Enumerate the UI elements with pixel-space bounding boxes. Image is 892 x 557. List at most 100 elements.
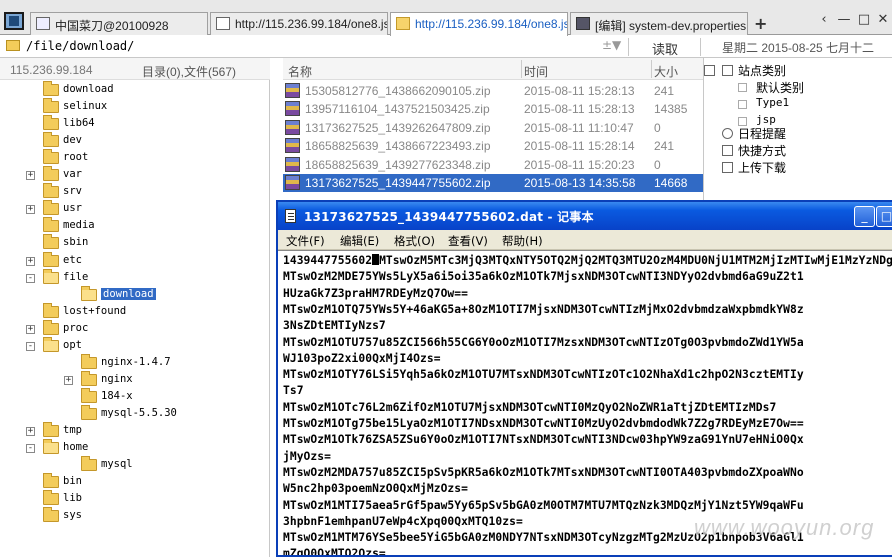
zip-archive-icon — [285, 119, 300, 135]
expand-icon[interactable]: + — [26, 205, 35, 215]
tree-folder-item[interactable]: bin — [0, 473, 268, 491]
menu-view[interactable]: 查看(V) — [448, 233, 488, 249]
tree-folder-item[interactable]: root — [0, 149, 268, 167]
tree-folder-item[interactable]: - file — [0, 268, 268, 287]
column-name[interactable]: 名称 — [288, 63, 312, 80]
tree-folder-label: download — [101, 287, 156, 300]
file-time: 2015-08-11 15:28:13 — [524, 102, 635, 117]
file-row[interactable]: 15305812776_1438662090105.zip 2015-08-11 … — [283, 82, 703, 100]
expand-icon[interactable]: + — [26, 256, 35, 266]
tree-folder-item[interactable]: + tmp — [0, 422, 268, 440]
tree-folder-item[interactable]: + proc — [0, 319, 268, 338]
file-row[interactable]: 18658825639_1438667223493.zip 2015-08-11 … — [283, 137, 703, 155]
tree-folder-item[interactable]: selinux — [0, 98, 268, 116]
notepad-window: 13173627525_1439447755602.dat - 记事本 _ □ … — [276, 200, 892, 557]
tab-caidao[interactable]: 中国菜刀@20100928 — [30, 12, 208, 35]
app-window-icon[interactable] — [4, 12, 24, 30]
collapse-icon[interactable]: - — [26, 273, 35, 283]
menu-help[interactable]: 帮助(H) — [502, 233, 543, 249]
file-row[interactable]: 13957116104_1437521503425.zip 2015-08-11 … — [283, 100, 703, 118]
menu-edit[interactable]: 编辑(E) — [340, 233, 379, 249]
menu-file[interactable]: 文件(F) — [286, 233, 325, 249]
tree-folder-item[interactable]: + var — [0, 166, 268, 184]
tree-folder-item[interactable]: dev — [0, 132, 268, 150]
line-rest: MTswOzM5MTc3MjQ3MTQxNTY5OTQ2MjQ2MTQ3MTU2… — [379, 254, 892, 267]
file-size: 14385 — [654, 102, 688, 117]
tree-folder-label: opt — [63, 338, 82, 351]
tree-folder-item[interactable]: sys — [0, 507, 268, 525]
tree-folder-item[interactable]: lost+found — [0, 302, 268, 321]
text-line: W5nc2hp03poemNzO0QxMjMzOzs= — [283, 482, 468, 496]
dropdown-arrows-icon[interactable]: ±▼ — [602, 38, 621, 52]
tab-file-manager[interactable]: http://115.236.99.184/one8.jsp — [390, 12, 568, 36]
line-prefix: 1439447755602 — [283, 254, 373, 267]
notepad-text-area[interactable]: 1439447755602 MTswOzM5MTc3MjQ3MTQxNTY5OTQ… — [278, 250, 892, 555]
tree-folder-item[interactable]: lib — [0, 490, 268, 508]
tree-folder-label: var — [63, 168, 82, 181]
text-line: 3NsZDtEMTIyNzs7 — [283, 319, 386, 333]
folder-icon — [81, 353, 97, 369]
file-row[interactable]: 13173627525_1439262647809.zip 2015-08-11 … — [283, 119, 703, 137]
maximize-button[interactable]: □ — [876, 206, 892, 227]
tree-folder-item[interactable]: download — [0, 285, 268, 304]
chevron-left-icon[interactable]: ‹ — [816, 12, 832, 28]
maximize-icon[interactable]: □ — [856, 12, 872, 28]
column-size[interactable]: 大小 — [654, 63, 678, 80]
file-size: 241 — [654, 139, 675, 154]
close-icon[interactable]: ✕ — [875, 12, 891, 28]
tree-folder-item[interactable]: + usr — [0, 200, 268, 218]
file-row[interactable]: 13173627525_1439447755602.zip 2015-08-13 … — [283, 174, 703, 192]
tree-folder-label: nginx — [101, 372, 133, 385]
tab-edit-properties[interactable]: [编辑] system-dev.properties — [570, 12, 748, 35]
tree-folder-item[interactable]: lib64 — [0, 115, 268, 133]
expand-icon[interactable]: + — [26, 324, 35, 334]
tree-folder-label: sbin — [63, 236, 89, 249]
collapse-box-icon[interactable] — [704, 65, 715, 76]
menu-format[interactable]: 格式(O) — [394, 233, 435, 249]
file-time: 2015-08-11 11:10:47 — [524, 120, 634, 135]
file-time: 2015-08-11 15:28:13 — [524, 84, 635, 98]
date-label: 星期二 2015-08-25 七月十二 — [722, 41, 875, 55]
read-button[interactable]: 读取 — [652, 39, 678, 58]
folder-icon — [43, 507, 59, 523]
collapse-icon[interactable]: - — [26, 341, 35, 351]
tree-folder-item[interactable]: sbin — [0, 234, 268, 252]
expand-icon[interactable]: + — [64, 375, 73, 385]
text-line: MTswOzM1OTQ75YWs5Y+46aKG5a+8OzM1OTI7Mjsx… — [283, 302, 804, 316]
folder-icon — [43, 132, 59, 148]
window-icon — [36, 17, 50, 30]
tree-folder-item[interactable]: 184-x — [0, 387, 268, 406]
notepad-title-bar[interactable]: 13173627525_1439447755602.dat - 记事本 _ □ — [278, 202, 892, 230]
tab-label: http://115.236.99.184/one8.jsp — [235, 17, 388, 31]
minimize-icon[interactable]: — — [836, 12, 852, 28]
zip-archive-icon — [285, 83, 300, 98]
tree-folder-item[interactable]: + etc — [0, 251, 268, 270]
transfer-icon — [722, 162, 733, 173]
tree-folder-item[interactable]: download — [0, 81, 268, 99]
tree-folder-item[interactable]: - opt — [0, 336, 268, 355]
tree-folder-item[interactable]: srv — [0, 183, 268, 201]
new-tab-button[interactable]: + — [754, 14, 767, 33]
tree-folder-label: lib64 — [63, 117, 95, 130]
tree-folder-item[interactable]: - home — [0, 439, 268, 457]
file-size: 14668 — [654, 176, 688, 190]
tree-folder-item[interactable]: mysql-5.5.30 — [0, 404, 268, 423]
tree-folder-label: nginx-1.4.7 — [101, 355, 171, 368]
collapse-icon[interactable]: - — [26, 444, 35, 454]
folder-icon — [81, 370, 97, 386]
path-input[interactable]: /file/download/ — [26, 39, 134, 53]
expand-icon[interactable]: + — [26, 427, 35, 436]
tree-folder-item[interactable]: nginx-1.4.7 — [0, 353, 268, 372]
tree-folder-label: usr — [63, 202, 82, 215]
tree-folder-label: selinux — [63, 100, 108, 113]
file-row[interactable]: 18658825639_1439277623348.zip 2015-08-11 … — [283, 156, 703, 174]
column-time[interactable]: 时间 — [524, 63, 548, 80]
tree-folder-item[interactable]: + nginx — [0, 370, 268, 389]
expand-icon[interactable]: + — [26, 171, 35, 181]
tree-folder-item[interactable]: mysql — [0, 456, 268, 474]
tree-folder-item[interactable]: media — [0, 217, 268, 235]
tab-shell-page[interactable]: http://115.236.99.184/one8.jsp — [210, 12, 388, 35]
folder-icon — [43, 200, 59, 216]
minimize-button[interactable]: _ — [854, 206, 875, 227]
folder-icon — [43, 149, 59, 165]
